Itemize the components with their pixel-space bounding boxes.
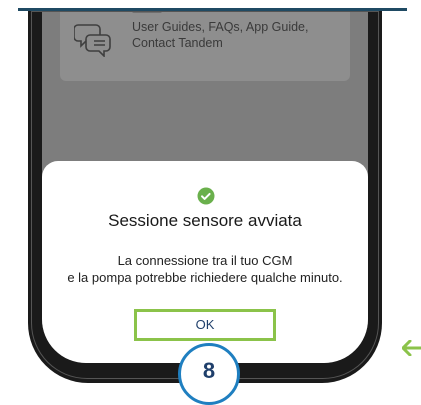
help-card-description-line-1: User Guides, FAQs, App Guide, — [132, 20, 309, 34]
arrow-left-icon — [402, 340, 421, 356]
dialog-title: Sessione sensore avviata — [108, 211, 302, 230]
chat-bubbles-icon — [74, 24, 111, 57]
dialog-message: La connessione tra il tuo CGM e la pompa… — [42, 252, 368, 286]
ok-button[interactable]: OK — [134, 309, 276, 341]
help-card-description-line-2: Contact Tandem — [132, 36, 223, 50]
help-card-title-fragment — [132, 11, 162, 13]
help-card[interactable]: User Guides, FAQs, App Guide, Contact Ta… — [60, 11, 350, 81]
check-circle-icon — [197, 187, 215, 205]
dialog-message-line-2: e la pompa potrebbe richiedere qualche m… — [67, 270, 343, 285]
phone-frame: User Guides, FAQs, App Guide, Contact Ta… — [28, 11, 382, 383]
dialog-message-line-1: La connessione tra il tuo CGM — [117, 253, 293, 268]
phone-screen: User Guides, FAQs, App Guide, Contact Ta… — [42, 11, 368, 363]
step-number-badge: 8 — [178, 343, 240, 405]
session-started-dialog: Sessione sensore avviata La connessione … — [42, 161, 368, 363]
